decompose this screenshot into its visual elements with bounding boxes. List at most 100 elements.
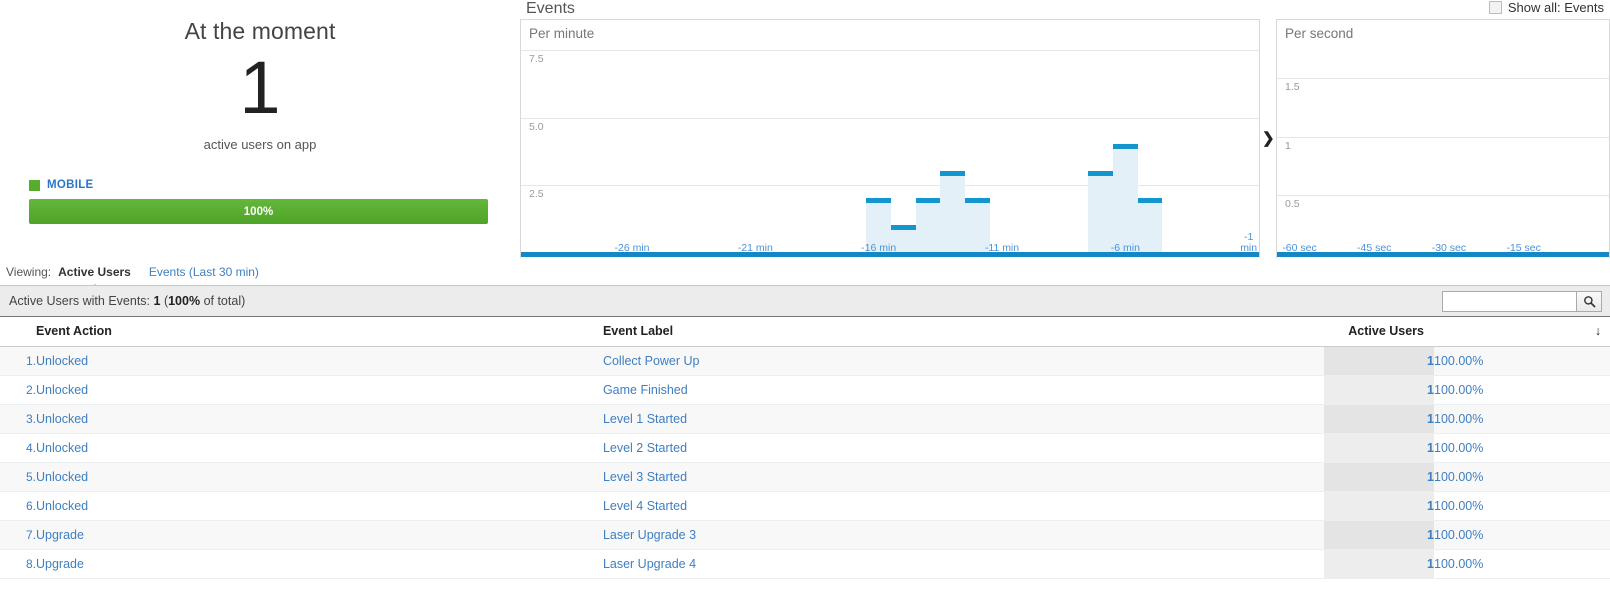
- row-rank: 4.: [0, 433, 36, 463]
- chart-bar-cap: [1137, 197, 1163, 203]
- y-axis-tick-label: 1.5: [1285, 81, 1300, 94]
- sort-descending-icon[interactable]: ↓: [1586, 317, 1610, 347]
- show-all-checkbox[interactable]: [1488, 1, 1502, 14]
- cell-event-action-link[interactable]: Unlocked: [36, 354, 88, 368]
- x-axis-tick-label: -1 min: [1240, 231, 1258, 254]
- cell-event-action[interactable]: Unlocked: [36, 404, 603, 434]
- cell-event-label[interactable]: Level 2 Started: [602, 433, 1324, 463]
- x-axis-tick-label: -21 min: [737, 242, 773, 254]
- cell-event-label-link[interactable]: Level 2 Started: [603, 441, 687, 455]
- cell-event-label-link[interactable]: Collect Power Up: [603, 354, 700, 368]
- summary-percent: 100%: [168, 294, 201, 308]
- cell-event-label-link[interactable]: Level 4 Started: [603, 499, 687, 513]
- active-users-count: 1: [239, 46, 281, 129]
- mobile-color-swatch: [29, 179, 40, 191]
- cell-event-label[interactable]: Level 3 Started: [602, 462, 1324, 492]
- chevron-right-icon[interactable]: ❯: [1262, 131, 1275, 146]
- th-active-users[interactable]: Active Users: [1324, 317, 1434, 347]
- cell-event-label[interactable]: Level 1 Started: [602, 404, 1324, 434]
- search-input[interactable]: [1442, 291, 1576, 312]
- x-axis-tick-label: -6 min: [1110, 242, 1140, 254]
- row-rank: 7.: [0, 520, 36, 550]
- chart-bar-cap: [866, 197, 891, 203]
- cell-spacer: [1586, 549, 1610, 579]
- x-axis-tick-label: -30 sec: [1431, 242, 1467, 254]
- viewing-label: Viewing:: [6, 264, 52, 279]
- cell-event-label[interactable]: Laser Upgrade 3: [602, 520, 1324, 550]
- cell-active-users: 1: [1324, 375, 1434, 405]
- x-axis-tick-label: -60 sec: [1282, 242, 1317, 254]
- viewing-row: Viewing: Active Users Events (Last 30 mi…: [0, 258, 1610, 290]
- cell-event-action-link[interactable]: Upgrade: [36, 557, 84, 571]
- device-legend-label[interactable]: MOBILE: [47, 179, 94, 191]
- x-axis-tick-label: -11 min: [984, 242, 1020, 254]
- table-row: 6. Unlocked Level 4 Started 1 100.00%: [0, 491, 1610, 521]
- x-axis-tick-label: -26 min: [614, 242, 650, 254]
- th-event-action[interactable]: Event Action: [36, 317, 603, 347]
- cell-event-action[interactable]: Upgrade: [36, 549, 603, 579]
- cell-event-label[interactable]: Collect Power Up: [602, 346, 1324, 376]
- chart-bar-cap: [915, 197, 941, 203]
- viewing-tab-active-users[interactable]: Active Users: [58, 265, 131, 290]
- cell-active-users: 1: [1324, 462, 1434, 492]
- device-share-percent: 100%: [243, 205, 274, 218]
- cell-event-action[interactable]: Unlocked: [36, 433, 603, 463]
- table-row: 5. Unlocked Level 3 Started 1 100.00%: [0, 462, 1610, 492]
- events-table-body: 1. Unlocked Collect Power Up 1 100.00% 2. Unlo…: [0, 346, 1610, 579]
- y-axis-tick-label: 2.5: [529, 188, 544, 201]
- th-event-label[interactable]: Event Label: [602, 317, 1324, 347]
- cell-spacer: [1586, 520, 1610, 550]
- summary-close: of total): [200, 294, 246, 308]
- cell-event-action-link[interactable]: Unlocked: [36, 499, 88, 513]
- per-second-chart: Per second 0.5 1 1.5 -60 sec -45 sec -30 sec -…: [1276, 19, 1610, 258]
- cell-event-action[interactable]: Unlocked: [36, 375, 603, 405]
- summary-count: 1: [153, 294, 161, 308]
- cell-event-label[interactable]: Level 4 Started: [602, 491, 1324, 521]
- cell-event-label-link[interactable]: Level 1 Started: [603, 412, 687, 426]
- events-table-head: Event Action Event Label Active Users ↓: [0, 317, 1610, 347]
- per-minute-chart-label: Per minute: [529, 26, 599, 41]
- row-rank: 1.: [0, 346, 36, 376]
- events-panel: Events Show all: Events Per minute 2.5 5.…: [520, 0, 1610, 258]
- search-button[interactable]: [1576, 291, 1602, 312]
- cell-active-users: 1: [1324, 491, 1434, 521]
- summary-prefix: Active Users with Events:: [9, 294, 151, 308]
- cell-event-action[interactable]: Unlocked: [36, 346, 603, 376]
- table-row: 4. Unlocked Level 2 Started 1 100.00%: [0, 433, 1610, 463]
- cell-percent: 100.00%: [1434, 346, 1586, 376]
- cell-event-action-link[interactable]: Upgrade: [36, 528, 84, 542]
- chart-bar-cap: [940, 170, 965, 176]
- row-rank: 8.: [0, 549, 36, 579]
- cell-event-label[interactable]: Laser Upgrade 4: [602, 549, 1324, 579]
- cell-event-action[interactable]: Unlocked: [36, 491, 603, 521]
- cell-percent: 100.00%: [1434, 433, 1586, 463]
- chart-bar-cap: [965, 197, 990, 203]
- cell-event-label-link[interactable]: Laser Upgrade 4: [603, 557, 696, 571]
- cell-event-action-link[interactable]: Unlocked: [36, 441, 88, 455]
- search-icon: [1583, 296, 1595, 308]
- cell-spacer: [1586, 433, 1610, 463]
- row-rank: 2.: [0, 375, 36, 405]
- cell-spacer: [1586, 462, 1610, 492]
- cell-event-label[interactable]: Game Finished: [602, 375, 1324, 405]
- cell-event-label-link[interactable]: Level 3 Started: [603, 470, 687, 484]
- cell-event-label-link[interactable]: Game Finished: [603, 383, 688, 397]
- cell-event-action-link[interactable]: Unlocked: [36, 412, 88, 426]
- cell-event-action[interactable]: Unlocked: [36, 462, 603, 492]
- cell-event-action[interactable]: Upgrade: [36, 520, 603, 550]
- row-rank: 3.: [0, 404, 36, 434]
- table-row: 8. Upgrade Laser Upgrade 4 1 100.00%: [0, 549, 1610, 579]
- cell-event-action-link[interactable]: Unlocked: [36, 383, 88, 397]
- viewing-tab-events-last-30-min[interactable]: Events (Last 30 min): [149, 265, 259, 279]
- active-users-caption: active users on app: [203, 137, 317, 152]
- cell-event-label-link[interactable]: Laser Upgrade 3: [603, 528, 696, 542]
- th-active-users-percent: [1434, 317, 1586, 347]
- realtime-top-region: At the moment 1 active users on app MOBI…: [0, 0, 1610, 258]
- cell-percent: 100.00%: [1434, 491, 1586, 521]
- cell-spacer: [1586, 491, 1610, 521]
- y-axis-tick-label: 0.5: [1285, 197, 1300, 210]
- show-all-events-control[interactable]: Show all: Events: [1488, 0, 1604, 15]
- cell-event-action-link[interactable]: Unlocked: [36, 470, 88, 484]
- row-rank: 6.: [0, 491, 36, 521]
- table-search[interactable]: [1442, 291, 1602, 312]
